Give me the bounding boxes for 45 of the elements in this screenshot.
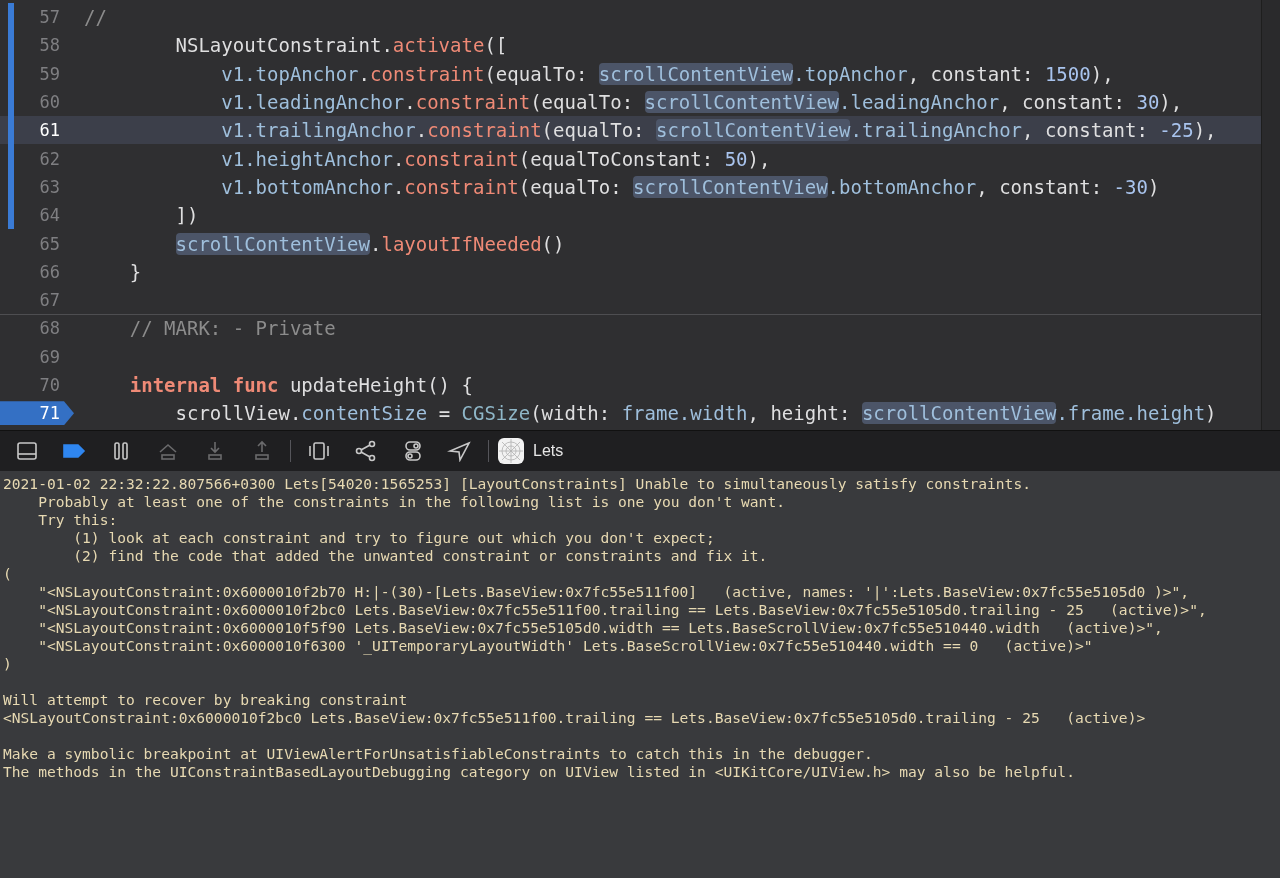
console-line: Probably at least one of the constraints in the following list is one you don't want. (37, 493, 786, 511)
console-line: (1) look at each constraint and try to figure out which you don't expect; (72, 529, 716, 547)
code-line: // (84, 6, 107, 29)
code-line: v1.heightAnchor.constraint(equalToConstant: 50), (220, 147, 771, 170)
code-line: ]) (174, 204, 199, 227)
console-line: ) (3, 655, 13, 673)
line-number: 65 (38, 232, 61, 256)
line-number: 70 (38, 374, 61, 397)
console-line: Will attempt to recover by breaking constraint (3, 690, 409, 709)
line-number: 64 (38, 204, 61, 228)
console-line: "<NSLayoutConstraint:0x6000010f6300 '_UITemporaryLayoutWidth' Lets.BaseScrollView:0x7fc55e510440.width == 0 (active)>" (37, 637, 1094, 655)
console-line: "<NSLayoutConstraint:0x6000010f2bc0 Lets.BaseView:0x7fc55e511f00.trailing == Lets.BaseView:0x7fc55e5105d0.trailing - 25 (active)>", (37, 601, 1208, 619)
console-line: Make a symbolic breakpoint at UIViewAlertForUnsatisfiableConstraints to catch this in the debugger. (3, 744, 874, 763)
line-number: 57 (38, 6, 61, 30)
line-number: 67 (38, 289, 61, 313)
code-line: v1.trailingAnchor.constraint(equalTo: scrollContentView.trailingAnchor, constant: -25), (220, 119, 1217, 142)
code-line: NSLayoutConstraint.activate([ (174, 34, 508, 57)
line-number: 60 (38, 91, 61, 115)
line-number: 69 (38, 345, 61, 369)
app-icon (498, 438, 524, 464)
code-line: v1.topAnchor.constraint(equalTo: scrollContentView.topAnchor, constant: 1500), (220, 62, 1114, 85)
console-line: ( (3, 565, 13, 583)
code-line: scrollContentView.layoutIfNeeded() (174, 232, 565, 255)
console-line: (2) find the code that added the unwanted constraint or constraints and fix it. (72, 547, 769, 565)
code-line: v1.leadingAnchor.constraint(equalTo: scrollContentView.leadingAnchor, constant: 30), (220, 91, 1183, 114)
code-line: // MARK: - Private (128, 317, 336, 340)
console-line: Try this: (37, 511, 119, 529)
line-number: 59 (38, 62, 61, 86)
line-number: 66 (38, 260, 61, 284)
line-number: 63 (38, 175, 61, 199)
code-line: v1.bottomAnchor.constraint(equalTo: scrollContentView.bottomAnchor, constant: -30) (220, 175, 1160, 198)
line-number: 68 (38, 317, 61, 341)
console-line: 2021-01-02 22:32:22.807566+0300 Lets[54020:1565253] [LayoutConstraints] Unable to simultaneously satisfy constraints. (3, 475, 1032, 493)
console-line: "<NSLayoutConstraint:0x6000010f5f90 Lets.BaseView:0x7fc55e5105d0.width == Lets.BaseScrollView:0x7fc55e510440.width (active)>", (37, 619, 1164, 637)
console-line: "<NSLayoutConstraint:0x6000010f2b70 H:|-(30)-[Lets.BaseView:0x7fc55e511f00] (active, names: '|':Lets.BaseView:0x7fc55e5105d0 )>", (37, 583, 1191, 601)
console-line: <NSLayoutConstraint:0x6000010f2bc0 Lets.BaseView:0x7fc55e511f00.trailing == Lets.BaseView:0x7fc55e5105d0.trailing - 25 (active)> (3, 709, 1147, 727)
target-name[interactable]: Lets (533, 442, 564, 460)
code-line: scrollView.contentSize = CGSize(width: frame.width, height: scrollContentView.frame.height) (174, 402, 1217, 425)
breakpoint-marker[interactable]: 71 (0, 401, 74, 426)
console-line: The methods in the UIConstraintBasedLayoutDebugging category on UIView listed in <UIKitCore/UIView.h> may also be helpful. (3, 763, 1076, 781)
code-line: internal func updateHeight() { (128, 374, 473, 396)
line-number: 61 (38, 119, 61, 143)
code-line: } (128, 260, 142, 283)
line-number: 58 (38, 34, 61, 58)
line-number: 62 (38, 147, 61, 171)
